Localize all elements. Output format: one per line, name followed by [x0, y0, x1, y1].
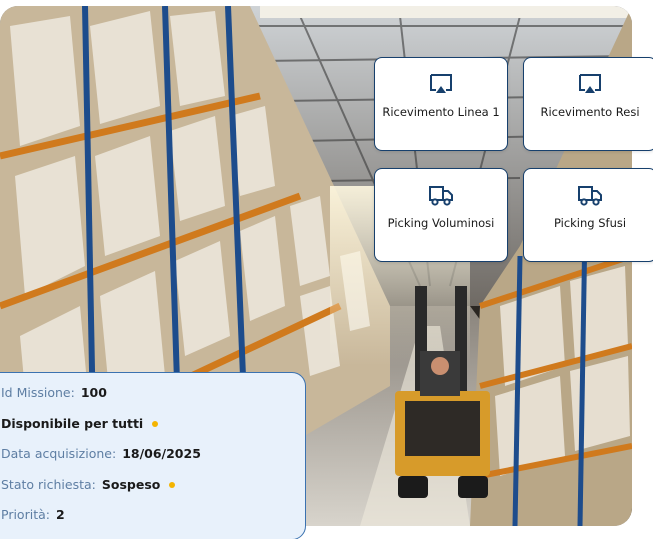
truck-icon	[578, 186, 602, 206]
availability-value: Disponibile per tutti	[1, 415, 144, 431]
mission-id-label: Id Missione:	[1, 385, 75, 400]
card-label: Ricevimento Resi	[540, 105, 640, 119]
mission-info-panel: Id Missione: 100 Disponibile per tutti D…	[0, 372, 306, 539]
acquisition-date-label: Data acquisizione:	[1, 446, 117, 462]
request-status-value: Sospeso	[101, 476, 161, 492]
request-status-row: Stato richiesta: Sospeso	[1, 477, 305, 493]
priority-row: Priorità: 2	[1, 507, 305, 523]
request-status-label: Stato richiesta:	[1, 476, 96, 492]
truck-icon	[429, 186, 453, 206]
card-label: Picking Voluminosi	[387, 216, 495, 230]
availability-row: Disponibile per tutti	[1, 416, 305, 432]
card-picking-voluminosi[interactable]: Picking Voluminosi	[374, 168, 508, 262]
canvas: Ricevimento Linea 1 Ricevimento Resi Pic…	[0, 0, 653, 539]
priority-value: 2	[55, 507, 65, 523]
card-label: Ricevimento Linea 1	[382, 105, 500, 119]
inbox-arrow-icon	[430, 74, 452, 93]
card-picking-sfusi[interactable]: Picking Sfusi	[523, 168, 653, 262]
availability-status-dot	[152, 420, 159, 427]
mission-id-value: 100	[80, 385, 107, 400]
card-ricevimento-linea-1[interactable]: Ricevimento Linea 1	[374, 57, 508, 151]
card-label: Picking Sfusi	[553, 216, 627, 230]
card-ricevimento-resi[interactable]: Ricevimento Resi	[523, 57, 653, 151]
acquisition-date-value: 18/06/2025	[122, 446, 201, 462]
mission-id-row: Id Missione: 100	[1, 385, 305, 401]
inbox-arrow-icon	[579, 74, 601, 93]
acquisition-date-row: Data acquisizione: 18/06/2025	[1, 446, 305, 462]
priority-label: Priorità:	[1, 507, 50, 523]
request-status-dot	[169, 481, 176, 488]
